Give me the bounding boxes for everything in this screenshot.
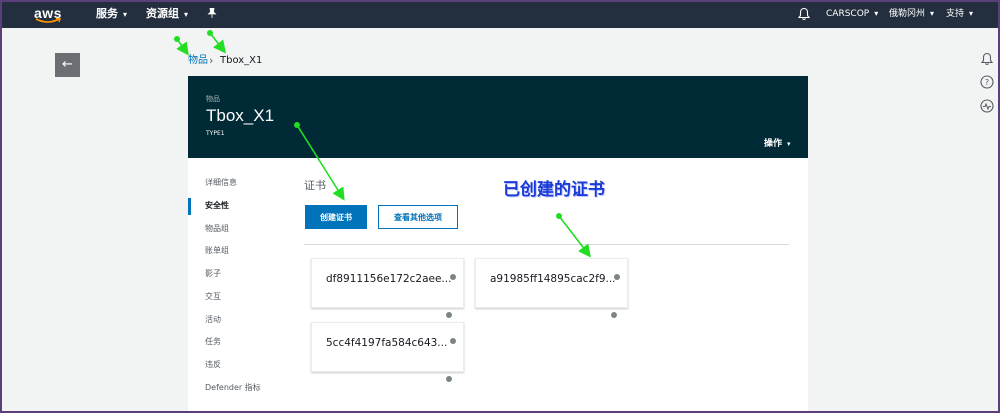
actions-menu[interactable]: 操作 ▾ xyxy=(764,136,791,149)
create-certificate-button[interactable]: 创建证书 xyxy=(305,205,367,229)
sidebar-item-interact[interactable]: 交互 xyxy=(205,291,221,302)
resource-groups-menu[interactable]: 资源组 ▾ xyxy=(146,0,188,28)
sidebar-item-details[interactable]: 详细信息 xyxy=(205,177,237,188)
chevron-down-icon: ▾ xyxy=(787,140,791,148)
notifications-rail-icon[interactable] xyxy=(980,52,994,66)
breadcrumb-separator: › xyxy=(209,54,214,67)
top-nav: aws 服务 ▾ 资源组 ▾ CARSCOP ▾ 俄勒冈州 ▾ 支持 ▾ xyxy=(0,0,1000,28)
sidebar-item-activity[interactable]: 活动 xyxy=(205,314,221,325)
annotation-dot xyxy=(614,274,620,280)
thing-type: TYPE1 xyxy=(206,130,225,137)
certificates-heading: 证书 xyxy=(304,179,326,192)
aws-logo[interactable]: aws xyxy=(34,3,64,25)
sidebar-item-billing-groups[interactable]: 账单组 xyxy=(205,245,229,256)
sidebar-item-defender-metrics[interactable]: Defender 指标 xyxy=(205,382,261,393)
certificate-id: 5cc4f4197fa584c643... xyxy=(326,337,448,349)
view-more-options-button[interactable]: 查看其他选项 xyxy=(378,205,458,229)
certificate-card[interactable]: 5cc4f4197fa584c643... xyxy=(311,322,464,372)
page-title: Tbox_X1 xyxy=(206,106,275,125)
sidebar-item-security[interactable]: 安全性 xyxy=(205,200,229,211)
region-menu[interactable]: 俄勒冈州 ▾ xyxy=(889,0,934,28)
account-menu[interactable]: CARSCOP ▾ xyxy=(826,0,878,28)
annotation-dot xyxy=(446,376,452,382)
annotation-dot xyxy=(611,312,617,318)
section-divider xyxy=(304,244,789,245)
support-menu[interactable]: 支持 ▾ xyxy=(946,0,973,28)
chevron-down-icon: ▾ xyxy=(969,9,974,18)
pin-icon[interactable] xyxy=(207,1,217,29)
header-label: 物品 xyxy=(206,95,220,103)
chevron-down-icon: ▾ xyxy=(184,10,189,19)
svg-text:?: ? xyxy=(985,78,989,87)
breadcrumb-parent-link[interactable]: 物品 xyxy=(188,54,208,68)
annotation-dot xyxy=(446,312,452,318)
annotation-created-certificates: 已创建的证书 xyxy=(503,180,605,200)
help-icon[interactable]: ? xyxy=(980,75,994,89)
sidebar-item-shadow[interactable]: 影子 xyxy=(205,268,221,279)
breadcrumb-current: Tbox_X1 xyxy=(220,55,263,66)
arrow-to-breadcrumb-current xyxy=(207,30,226,54)
sidebar-item-jobs[interactable]: 任务 xyxy=(205,336,221,347)
certificate-id: df8911156e172c2aee... xyxy=(326,273,452,285)
services-menu[interactable]: 服务 ▾ xyxy=(96,0,127,28)
annotation-dot xyxy=(450,274,456,280)
arrow-to-breadcrumb-parent xyxy=(174,36,189,56)
certificate-card[interactable]: a91985ff14895cac2f9... xyxy=(475,258,628,308)
sidebar-item-thing-groups[interactable]: 物品组 xyxy=(205,223,229,234)
smile-icon xyxy=(35,18,61,23)
arrow-left-icon: ← xyxy=(62,57,73,72)
sidebar-active-indicator xyxy=(188,198,191,215)
chevron-down-icon: ▾ xyxy=(874,9,879,18)
activity-icon[interactable] xyxy=(980,99,994,113)
certificate-id: a91985ff14895cac2f9... xyxy=(490,273,616,285)
sidebar-item-violations[interactable]: 违反 xyxy=(205,359,221,370)
notifications-bell-icon[interactable] xyxy=(797,7,811,21)
annotation-dot xyxy=(450,338,456,344)
certificate-card[interactable]: df8911156e172c2aee... xyxy=(311,258,464,308)
chevron-down-icon: ▾ xyxy=(123,10,128,19)
thing-header: 物品 Tbox_X1 TYPE1 操作 ▾ xyxy=(188,76,808,158)
back-button[interactable]: ← xyxy=(55,53,80,77)
chevron-down-icon: ▾ xyxy=(930,9,935,18)
